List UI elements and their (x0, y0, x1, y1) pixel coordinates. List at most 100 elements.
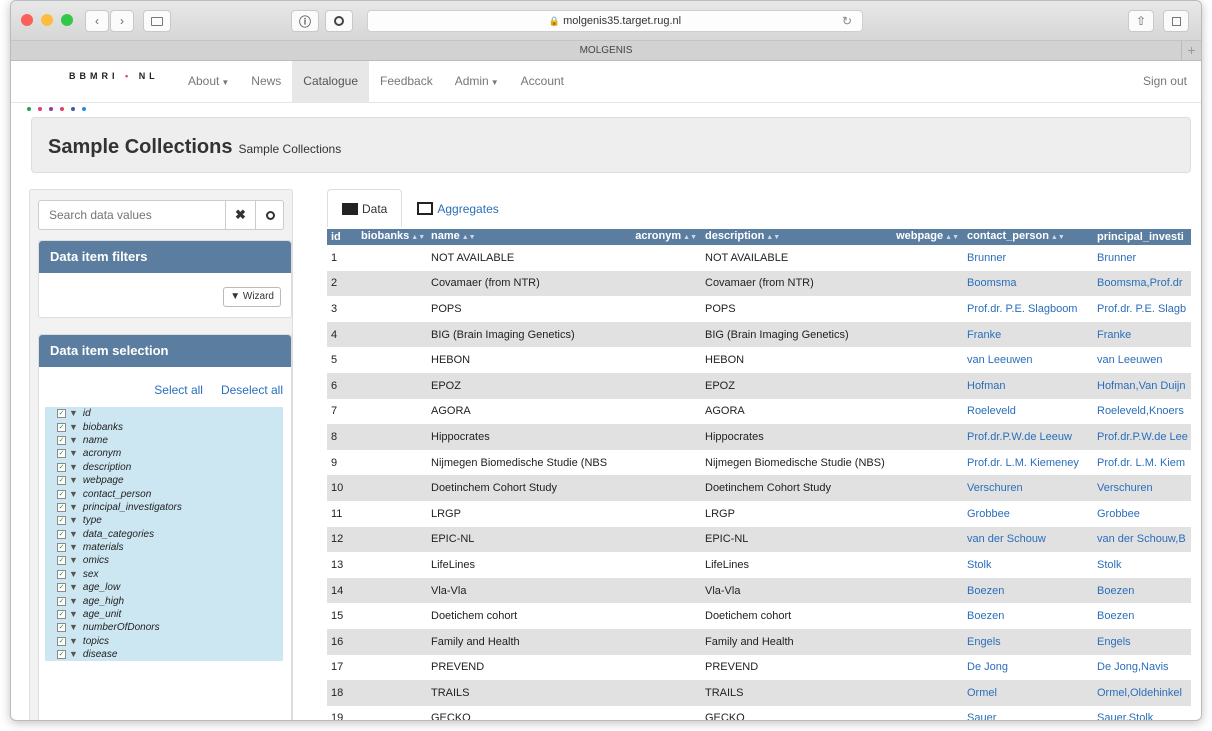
maximize-window-button[interactable] (61, 14, 73, 26)
nav-about[interactable]: About ▼ (177, 61, 240, 103)
share-button[interactable]: ⇧ (1128, 10, 1154, 32)
col-header-contact-person[interactable]: contact_person ▲▼ (963, 229, 1093, 245)
checkbox-checked-icon[interactable]: ✓ (57, 435, 66, 445)
attribute-item[interactable]: ✓ ▼ numberOfDonors (45, 621, 283, 634)
select-all-link[interactable]: Select all (154, 383, 203, 397)
checkbox-checked-icon[interactable]: ✓ (57, 449, 66, 459)
attribute-item[interactable]: ✓ ▼ age_low (45, 581, 283, 594)
filter-icon[interactable]: ▼ (69, 514, 78, 527)
attribute-item[interactable]: ✓ ▼ principal_investigators (45, 501, 283, 514)
attribute-item[interactable]: ✓ ▼ contact_person (45, 487, 283, 500)
contact-person-link[interactable]: Boezen (967, 585, 1004, 597)
checkbox-checked-icon[interactable]: ✓ (57, 610, 66, 620)
nav-catalogue[interactable]: Catalogue (292, 61, 370, 103)
principal-investigator-link[interactable]: Grobbee (1097, 508, 1140, 520)
contact-person-link[interactable]: Franke (967, 329, 1001, 341)
filter-icon[interactable]: ▼ (69, 528, 78, 541)
checkbox-checked-icon[interactable]: ✓ (57, 583, 66, 593)
contact-person-link[interactable]: van der Schouw (967, 533, 1046, 545)
contact-person-link[interactable]: Ormel (967, 687, 997, 699)
col-header-webpage[interactable]: webpage ▲▼ (891, 229, 963, 245)
table-row[interactable]: 17 PREVEND PREVEND De Jong De Jong,Navis (327, 655, 1191, 681)
checkbox-checked-icon[interactable]: ✓ (57, 409, 66, 419)
filter-icon[interactable]: ▼ (69, 434, 78, 447)
attribute-item[interactable]: ✓ ▼ type (45, 514, 283, 527)
checkbox-checked-icon[interactable]: ✓ (57, 422, 66, 432)
filter-icon[interactable]: ▼ (69, 541, 78, 554)
filter-icon[interactable]: ▼ (69, 595, 78, 608)
bbmri-logo[interactable]: BBMRI • NL (69, 71, 159, 81)
table-row[interactable]: 5 HEBON HEBON van Leeuwen van Leeuwen (327, 347, 1191, 373)
principal-investigator-link[interactable]: Sauer,Stolk (1097, 712, 1153, 720)
checkbox-checked-icon[interactable]: ✓ (57, 476, 66, 486)
table-row[interactable]: 10 Doetinchem Cohort Study Doetinchem Coho… (327, 475, 1191, 501)
table-row[interactable]: 1 NOT AVAILABLE NOT AVAILABLE Brunner Brunne… (327, 245, 1191, 271)
contact-person-link[interactable]: van Leeuwen (967, 354, 1032, 366)
contact-person-link[interactable]: Prof.dr. L.M. Kiemeney (967, 457, 1079, 469)
filter-icon[interactable]: ▼ (69, 461, 78, 474)
contact-person-link[interactable]: Grobbee (967, 508, 1010, 520)
principal-investigator-link[interactable]: De Jong,Navis (1097, 661, 1169, 673)
contact-person-link[interactable]: Boomsma (967, 277, 1017, 289)
principal-investigator-link[interactable]: Ormel,Oldehinkel (1097, 687, 1182, 699)
attribute-item[interactable]: ✓ ▼ biobanks (45, 420, 283, 433)
attribute-item[interactable]: ✓ ▼ id (45, 407, 283, 420)
new-tab-button[interactable]: + (1181, 41, 1201, 61)
contact-person-link[interactable]: Sauer (967, 712, 996, 720)
checkbox-checked-icon[interactable]: ✓ (57, 462, 66, 472)
tab-data[interactable]: Data (327, 189, 403, 227)
principal-investigator-link[interactable]: Boezen (1097, 585, 1134, 597)
checkbox-checked-icon[interactable]: ✓ (57, 543, 66, 553)
checkbox-checked-icon[interactable]: ✓ (57, 596, 66, 606)
filter-icon[interactable]: ▼ (69, 608, 78, 621)
search-button[interactable] (255, 201, 285, 229)
attribute-item[interactable]: ✓ ▼ name (45, 434, 283, 447)
attribute-item[interactable]: ✓ ▼ webpage (45, 474, 283, 487)
deselect-all-link[interactable]: Deselect all (221, 383, 283, 397)
principal-investigator-link[interactable]: Brunner (1097, 252, 1136, 264)
attribute-item[interactable]: ✓ ▼ materials (45, 541, 283, 554)
contact-person-link[interactable]: De Jong (967, 661, 1008, 673)
table-row[interactable]: 3 POPS POPS Prof.dr. P.E. Slagboom Prof.dr. … (327, 296, 1191, 322)
filter-icon[interactable]: ▼ (69, 648, 78, 661)
filter-icon[interactable]: ▼ (69, 501, 78, 514)
contact-person-link[interactable]: Roeleveld (967, 405, 1016, 417)
nav-news[interactable]: News (240, 61, 292, 103)
checkbox-checked-icon[interactable]: ✓ (57, 569, 66, 579)
table-row[interactable]: 12 EPIC-NL EPIC-NL van der Schouw van der Sc… (327, 526, 1191, 553)
filter-icon[interactable]: ▼ (69, 635, 78, 648)
contact-person-link[interactable]: Hofman (967, 380, 1006, 392)
principal-investigator-link[interactable]: van der Schouw,B (1097, 533, 1186, 545)
attribute-item[interactable]: ✓ ▼ acronym (45, 447, 283, 460)
checkbox-checked-icon[interactable]: ✓ (57, 529, 66, 539)
checkbox-checked-icon[interactable]: ✓ (57, 650, 66, 660)
table-row[interactable]: 9 Nijmegen Biomedische Studie (NBS) Nijmeg… (327, 450, 1191, 476)
sign-out-link[interactable]: Sign out (1143, 61, 1187, 101)
browser-tab[interactable]: MOLGENIS + (11, 41, 1201, 61)
principal-investigator-link[interactable]: Prof.dr.P.W.de Lee (1097, 431, 1188, 443)
nav-account[interactable]: Account (510, 61, 575, 103)
principal-investigator-link[interactable]: Prof.dr. L.M. Kiem (1097, 457, 1185, 469)
principal-investigator-link[interactable]: Franke (1097, 329, 1131, 341)
principal-investigator-link[interactable]: Engels (1097, 636, 1131, 648)
principal-investigator-link[interactable]: Verschuren (1097, 482, 1153, 494)
principal-investigator-link[interactable]: Prof.dr. P.E. Slagb (1097, 303, 1186, 315)
contact-person-link[interactable]: Engels (967, 636, 1001, 648)
nav-admin[interactable]: Admin ▼ (444, 61, 510, 103)
filter-icon[interactable]: ▼ (69, 621, 78, 634)
contact-person-link[interactable]: Prof.dr. P.E. Slagboom (967, 303, 1077, 315)
contact-person-link[interactable]: Boezen (967, 610, 1004, 622)
col-header-name[interactable]: name ▲▼ (427, 229, 607, 245)
checkbox-checked-icon[interactable]: ✓ (57, 502, 66, 512)
attribute-item[interactable]: ✓ ▼ disease (45, 648, 283, 661)
search-input[interactable] (39, 201, 225, 229)
col-header-description[interactable]: description ▲▼ (701, 229, 891, 245)
table-row[interactable]: 2 Covamaer (from NTR) Covamaer (from NTR) B… (327, 270, 1191, 297)
attribute-item[interactable]: ✓ ▼ topics (45, 635, 283, 648)
table-row[interactable]: 7 AGORA AGORA Roeleveld Roeleveld,Knoers (327, 399, 1191, 425)
attribute-item[interactable]: ✓ ▼ omics (45, 554, 283, 567)
extension-button[interactable]: ⓘ (291, 10, 319, 32)
principal-investigator-link[interactable]: Roeleveld,Knoers (1097, 405, 1184, 417)
col-header-id[interactable]: id (327, 229, 357, 245)
filter-icon[interactable]: ▼ (69, 581, 78, 594)
